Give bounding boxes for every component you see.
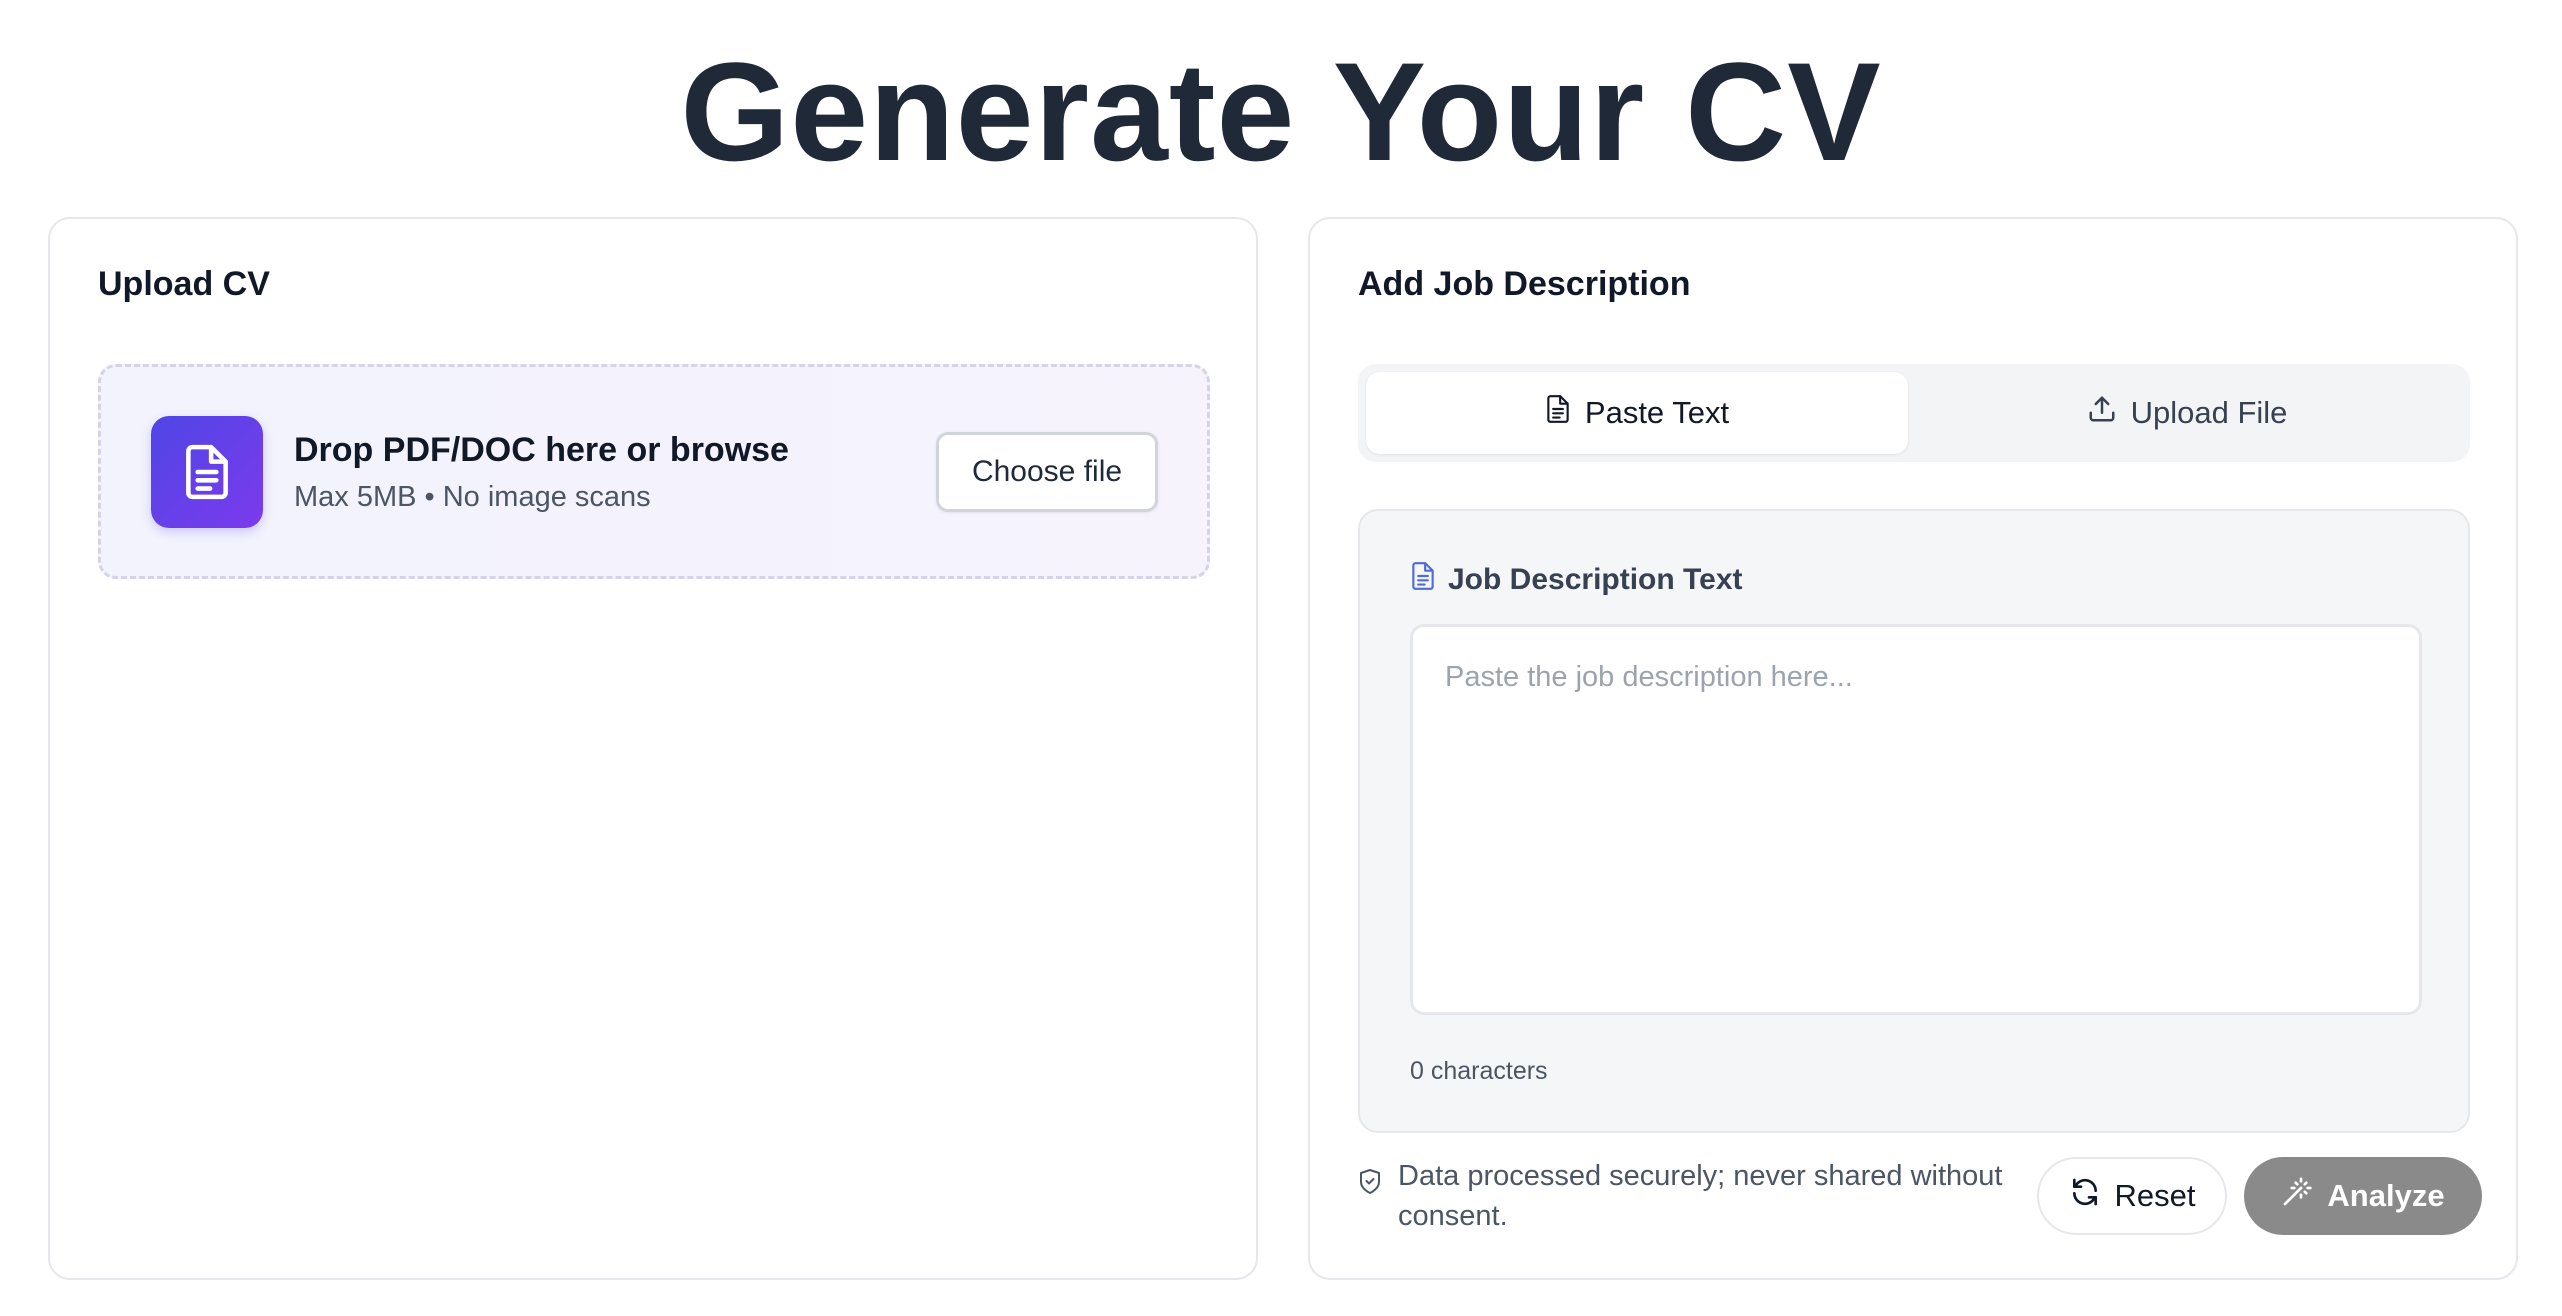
job-description-card: Add Job Description Paste Text Upload Fi… xyxy=(1308,217,2518,1280)
job-description-textarea[interactable] xyxy=(1410,624,2422,1015)
file-text-icon xyxy=(1410,561,1436,599)
tab-paste-text[interactable]: Paste Text xyxy=(1366,372,1908,454)
job-description-panel: Job Description Text 0 characters xyxy=(1358,509,2470,1133)
input-mode-tabs: Paste Text Upload File xyxy=(1358,364,2470,462)
tab-upload-file-label: Upload File xyxy=(2130,395,2288,430)
reset-button[interactable]: Reset xyxy=(2037,1157,2227,1235)
character-count: 0 characters xyxy=(1410,1057,1548,1085)
choose-file-button[interactable]: Choose file xyxy=(936,432,1158,512)
job-description-title: Add Job Description xyxy=(1358,265,1691,303)
job-description-label: Job Description Text xyxy=(1410,561,1743,599)
upload-cv-title: Upload CV xyxy=(98,265,270,303)
page: Generate Your CV Upload CV Drop PDF/DOC … xyxy=(0,0,2562,1316)
dropzone-title: Drop PDF/DOC here or browse xyxy=(294,431,789,469)
security-note: Data processed securely; never shared wi… xyxy=(1358,1156,2048,1236)
refresh-icon xyxy=(2069,1176,2101,1216)
cv-dropzone[interactable]: Drop PDF/DOC here or browse Max 5MB • No… xyxy=(98,364,1210,579)
page-title: Generate Your CV xyxy=(680,33,1882,190)
analyze-button[interactable]: Analyze xyxy=(2244,1157,2482,1235)
upload-icon xyxy=(2087,394,2117,432)
tab-upload-file[interactable]: Upload File xyxy=(1916,372,2458,454)
file-text-icon xyxy=(151,416,263,528)
shield-icon xyxy=(1358,1166,1382,1206)
job-description-label-text: Job Description Text xyxy=(1448,563,1743,596)
magic-wand-icon xyxy=(2281,1176,2313,1216)
tab-paste-text-label: Paste Text xyxy=(1584,395,1730,430)
security-note-text: Data processed securely; never shared wi… xyxy=(1398,1160,2003,1232)
reset-button-label: Reset xyxy=(2114,1178,2196,1213)
analyze-button-label: Analyze xyxy=(2327,1178,2445,1213)
file-text-icon xyxy=(1545,394,1571,432)
dropzone-subtitle: Max 5MB • No image scans xyxy=(294,481,651,513)
upload-cv-card: Upload CV Drop PDF/DOC here or browse Ma… xyxy=(48,217,1258,1280)
